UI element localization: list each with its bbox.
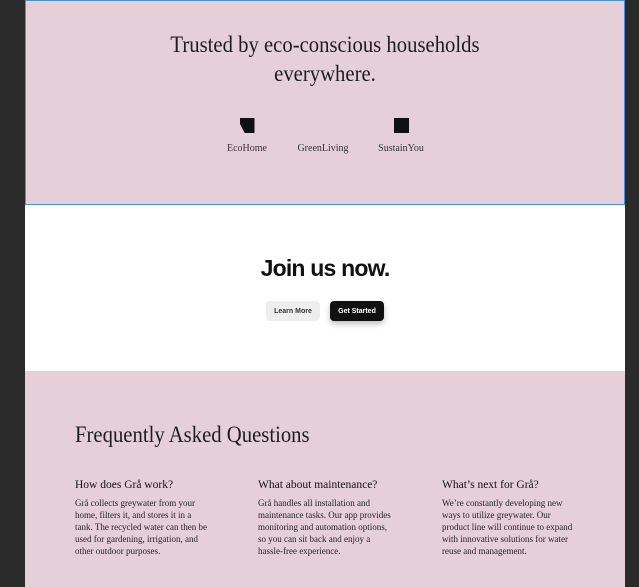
faq-question: How does Grå work? xyxy=(75,479,174,491)
join-heading: Join us now. xyxy=(260,255,391,281)
sustain-you-logo-icon xyxy=(393,118,409,133)
logo-greenliving-label: GreenLiving xyxy=(297,143,349,154)
faq-answer: Grå collects greywater from your home, f… xyxy=(75,498,208,556)
faq-answer: Grå handles all installation and mainten… xyxy=(258,498,391,556)
eco-home-logo-icon xyxy=(239,118,255,133)
faq-heading: Frequently Asked Questions xyxy=(75,422,310,447)
page-canvas: Trusted by eco-conscious households ever… xyxy=(25,0,625,587)
trusted-section[interactable]: Trusted by eco-conscious households ever… xyxy=(25,0,625,205)
faq-section: Frequently Asked Questions How does Grå … xyxy=(25,371,625,587)
faq-item-whats-next: What’s next for Grå? We’re constantly de… xyxy=(442,479,577,557)
green-living-logo-icon xyxy=(316,118,331,133)
faq-item-maintenance: What about maintenance? Grå handles all … xyxy=(258,479,393,557)
faq-question: What’s next for Grå? xyxy=(442,479,539,491)
logo-sustainyou-label: SustainYou xyxy=(378,143,424,154)
trusted-heading: Trusted by eco-conscious households ever… xyxy=(55,30,595,88)
faq-item-how-it-works: How does Grå work? Grå collects greywate… xyxy=(75,479,210,557)
partner-logos: EcoHome GreenLiving SustainYou xyxy=(25,118,625,158)
logo-ecohome-label: EcoHome xyxy=(227,143,267,154)
faq-question: What about maintenance? xyxy=(258,479,378,491)
get-started-button[interactable]: Get Started xyxy=(330,301,384,321)
logo-sustainyou: SustainYou xyxy=(361,118,441,154)
trusted-heading-line-1: Trusted by eco-conscious households xyxy=(170,32,480,57)
logo-ecohome: EcoHome xyxy=(207,118,287,154)
trusted-heading-line-2: everywhere. xyxy=(274,61,376,86)
faq-answer: We’re constantly developing new ways to … xyxy=(442,498,573,556)
logo-greenliving: GreenLiving xyxy=(283,118,363,154)
learn-more-button[interactable]: Learn More xyxy=(266,301,320,321)
